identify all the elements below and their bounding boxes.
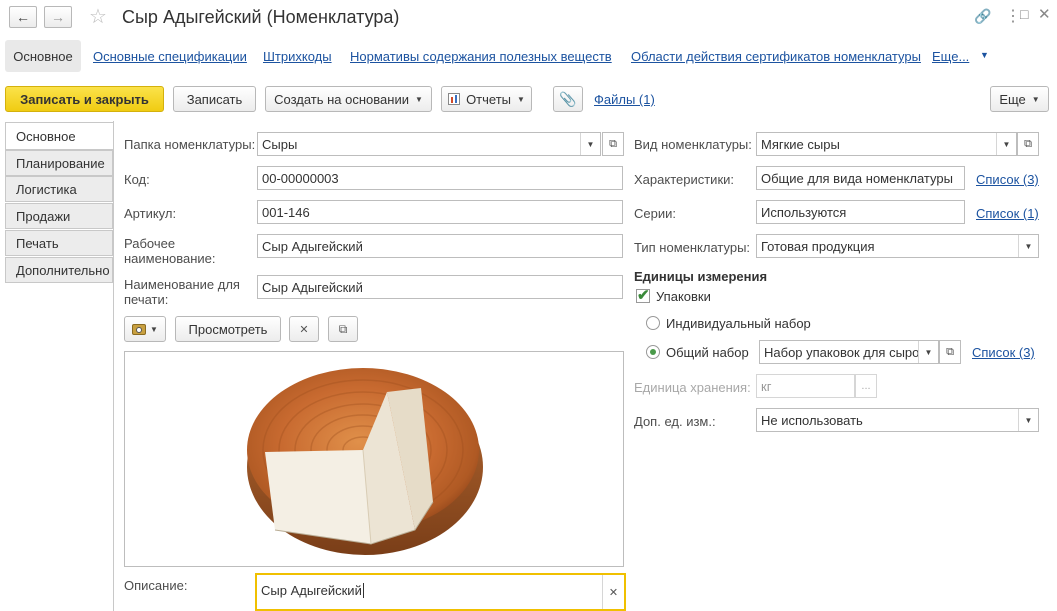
tab-main[interactable]: Основное xyxy=(5,40,81,72)
attach-button[interactable]: 📎 xyxy=(553,86,583,112)
menu-dots-icon[interactable]: ⋮ xyxy=(1005,6,1021,26)
paperclip-icon: 📎 xyxy=(559,90,577,107)
storage-unit-label: Единица хранения: xyxy=(634,380,751,395)
code-field[interactable]: 00-00000003 xyxy=(257,166,623,190)
extra-unit-label: Доп. ед. изм.: xyxy=(634,414,716,429)
type-label: Тип номенклатуры: xyxy=(634,240,751,255)
type-field[interactable]: Готовая продукция ▼ xyxy=(756,234,1039,258)
description-field[interactable]: Сыр Адыгейский ✕ xyxy=(255,573,626,611)
tab-certificates[interactable]: Области действия сертификатов номенклату… xyxy=(631,49,921,64)
individual-radio[interactable] xyxy=(646,316,660,330)
chevron-down-icon[interactable]: ▼ xyxy=(918,341,938,363)
chevron-down-icon[interactable]: ▼ xyxy=(1018,409,1038,431)
individual-label: Индивидуальный набор xyxy=(666,316,811,331)
clear-description-icon[interactable]: ✕ xyxy=(602,575,624,609)
open-icon: ⧉ xyxy=(946,345,954,358)
side-tab-main[interactable]: Основное xyxy=(5,122,113,150)
side-tab-additional[interactable]: Дополнительно xyxy=(5,257,113,283)
side-tab-logistics[interactable]: Логистика xyxy=(5,176,113,202)
camera-button[interactable]: ▼ xyxy=(124,316,166,342)
checkmark-icon: ✔ xyxy=(637,287,650,304)
print-name-field[interactable]: Сыр Адыгейский xyxy=(257,275,623,299)
characteristics-field: Общие для вида номенклатуры xyxy=(756,166,965,190)
units-header: Единицы измерения xyxy=(634,269,768,284)
folder-field[interactable]: Сыры ▼ xyxy=(257,132,601,156)
storage-unit-select-button: ... xyxy=(855,374,877,398)
save-button[interactable]: Записать xyxy=(173,86,256,112)
tab-main-label: Основное xyxy=(13,48,73,64)
clear-image-button[interactable]: ✕ xyxy=(289,316,319,342)
storage-unit-field: кг xyxy=(756,374,855,398)
side-tab-print[interactable]: Печать xyxy=(5,230,113,256)
chevron-down-icon[interactable]: ▼ xyxy=(580,133,600,155)
side-tab-planning[interactable]: Планирование xyxy=(5,150,113,176)
title-bar: ← → ☆ Сыр Адыгейский (Номенклатура) 🔗 ⋮ … xyxy=(0,0,1057,36)
maximize-icon[interactable]: □ xyxy=(1020,6,1028,22)
extra-unit-field[interactable]: Не использовать ▼ xyxy=(756,408,1039,432)
close-icon: ✕ xyxy=(299,323,309,336)
common-label: Общий набор xyxy=(666,345,749,360)
chevron-down-icon: ▼ xyxy=(150,324,158,334)
open-icon: ⧉ xyxy=(609,137,617,150)
product-image-frame[interactable] xyxy=(124,351,624,567)
camera-icon xyxy=(132,323,147,335)
folder-label: Папка номенклатуры: xyxy=(124,137,256,152)
side-tabs-border xyxy=(113,121,114,611)
work-name-field[interactable]: Сыр Адыгейский xyxy=(257,234,623,258)
open-kind-button[interactable]: ⧉ xyxy=(1017,132,1039,156)
open-image-button[interactable]: ⧉ xyxy=(328,316,358,342)
close-icon[interactable]: ✕ xyxy=(1038,5,1051,23)
side-tab-sales[interactable]: Продажи xyxy=(5,203,113,229)
characteristics-list-link[interactable]: Список (3) xyxy=(976,172,1039,187)
article-label: Артикул: xyxy=(124,206,177,221)
reports-button[interactable]: Отчеты ▼ xyxy=(441,86,532,112)
kind-label: Вид номенклатуры: xyxy=(634,137,752,152)
window-title: Сыр Адыгейский (Номенклатура) xyxy=(122,7,400,27)
files-link[interactable]: Файлы (1) xyxy=(594,92,655,107)
chevron-down-icon: ▼ xyxy=(414,94,423,104)
chevron-down-icon[interactable]: ▼ xyxy=(980,50,989,60)
star-icon[interactable]: ☆ xyxy=(89,4,107,29)
tab-nutrients[interactable]: Нормативы содержания полезных веществ xyxy=(350,49,612,64)
article-field[interactable]: 001-146 xyxy=(257,200,623,224)
forward-button[interactable]: → xyxy=(44,6,72,28)
report-icon xyxy=(448,93,461,105)
code-label: Код: xyxy=(124,172,150,187)
chevron-down-icon[interactable]: ▼ xyxy=(996,133,1016,155)
common-set-field[interactable]: Набор упаковок для сыро ▼ xyxy=(759,340,939,364)
chevron-down-icon: ▼ xyxy=(1031,94,1040,104)
open-icon: ⧉ xyxy=(1024,137,1032,150)
work-name-label: Рабочее наименование: xyxy=(124,236,216,266)
print-name-label: Наименование для печати: xyxy=(124,277,240,307)
tab-barcodes[interactable]: Штрихкоды xyxy=(263,49,332,64)
characteristics-label: Характеристики: xyxy=(634,172,735,187)
series-field: Используются xyxy=(756,200,965,224)
kind-field[interactable]: Мягкие сыры ▼ xyxy=(756,132,1017,156)
description-label: Описание: xyxy=(124,578,188,593)
view-button[interactable]: Просмотреть xyxy=(175,316,281,342)
open-icon: ⧉ xyxy=(338,321,348,336)
packages-checkbox[interactable]: ✔ xyxy=(636,287,650,304)
series-list-link[interactable]: Список (1) xyxy=(976,206,1039,221)
save-close-button[interactable]: Записать и закрыть xyxy=(5,86,164,112)
cheese-image xyxy=(247,368,483,555)
more-button[interactable]: Еще ▼ xyxy=(990,86,1049,112)
open-common-set-button[interactable]: ⧉ xyxy=(939,340,961,364)
chevron-down-icon: ▼ xyxy=(517,94,525,104)
arrow-right-icon: → xyxy=(51,9,65,25)
chevron-down-icon[interactable]: ▼ xyxy=(1018,235,1038,257)
tab-more[interactable]: Еще... xyxy=(932,49,969,64)
open-folder-button[interactable]: ⧉ xyxy=(602,132,624,156)
create-based-button[interactable]: Создать на основании ▼ xyxy=(265,86,432,112)
common-radio[interactable] xyxy=(646,345,660,359)
arrow-left-icon: ← xyxy=(16,9,30,25)
ellipsis-icon: ... xyxy=(861,380,871,392)
tab-specifications[interactable]: Основные спецификации xyxy=(93,49,247,64)
link-icon[interactable]: 🔗 xyxy=(974,8,991,25)
series-label: Серии: xyxy=(634,206,676,221)
common-set-list-link[interactable]: Список (3) xyxy=(972,345,1035,360)
packages-label: Упаковки xyxy=(656,289,711,304)
back-button[interactable]: ← xyxy=(9,6,37,28)
